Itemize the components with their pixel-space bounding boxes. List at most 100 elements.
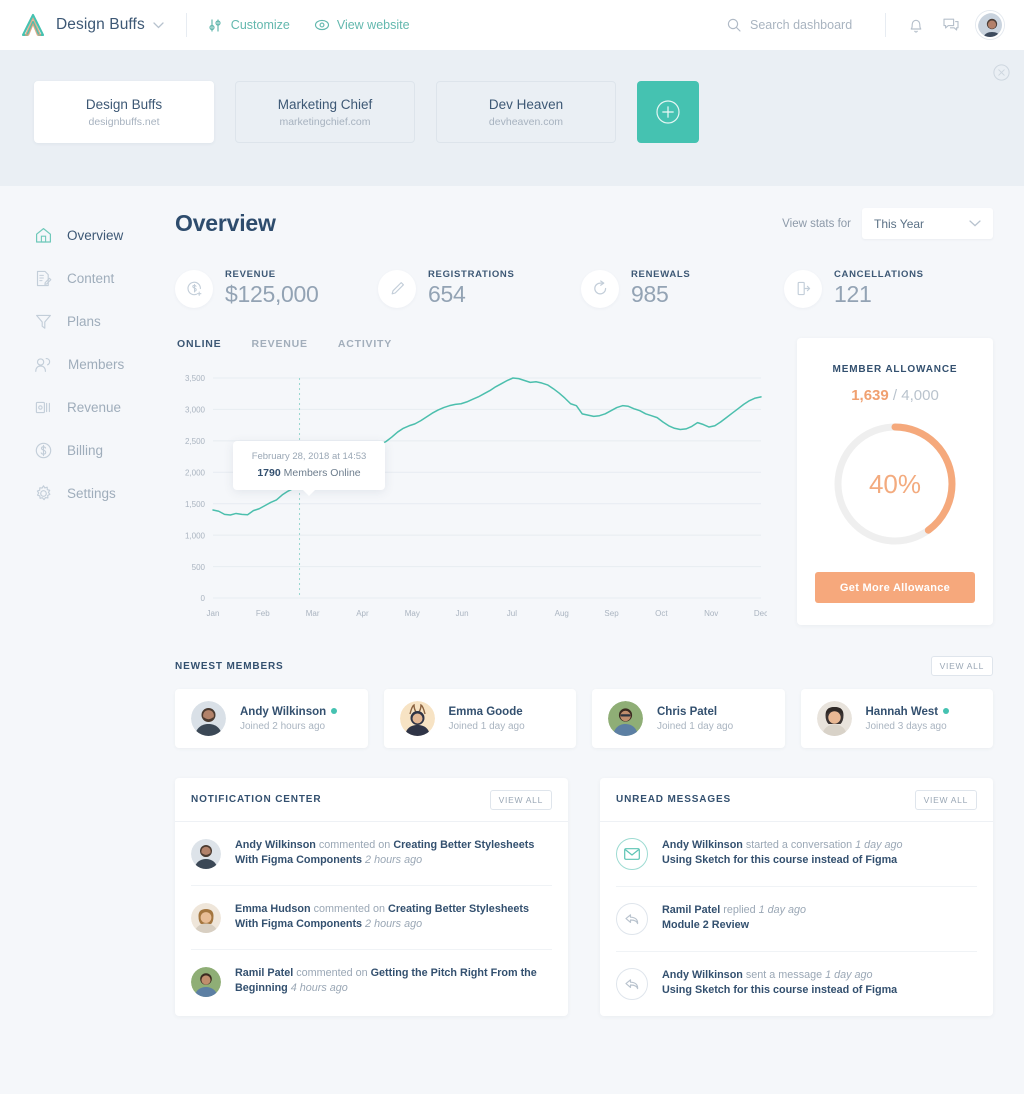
sidebar-item-members[interactable]: Members <box>0 343 175 386</box>
chart-tabs: ONLINE REVENUE ACTIVITY <box>175 338 767 350</box>
sidebar-item-overview[interactable]: Overview <box>0 214 175 257</box>
message-item[interactable]: Andy Wilkinson sent a message 1 day ago … <box>616 952 977 1016</box>
notification-text: Andy Wilkinson commented on Creating Bet… <box>235 838 552 869</box>
member-card[interactable]: Chris Patel Joined 1 day ago <box>592 689 785 748</box>
user-avatar <box>978 13 1002 37</box>
period-select[interactable]: This Year <box>862 208 993 239</box>
stats-period-control: View stats for This Year <box>782 208 993 239</box>
reply-arrow-icon <box>625 914 639 925</box>
online-members-chart[interactable]: 0 500 1,000 1,500 2,000 2,500 3,000 3,500 Jan Feb… <box>175 368 767 628</box>
messages-button[interactable] <box>942 17 960 33</box>
site-url: designbuffs.net <box>88 115 160 128</box>
message-text: Andy Wilkinson started a conversation 1 … <box>662 838 903 870</box>
site-card-design-buffs[interactable]: Design Buffs designbuffs.net <box>34 81 214 143</box>
online-status-dot <box>943 707 950 714</box>
dollar-circle-icon <box>35 442 52 459</box>
avatar-andy <box>191 701 226 736</box>
notification-actor: Ramil Patel <box>235 967 294 979</box>
brand-switcher[interactable]: Design Buffs <box>20 12 164 38</box>
tooltip-suffix: Members Online <box>280 467 361 479</box>
avatar <box>191 701 226 736</box>
chat-icon <box>943 18 959 31</box>
newest-members-view-all-button[interactable]: VIEW ALL <box>930 656 993 676</box>
notification-item[interactable]: Emma Hudson commented on Creating Better… <box>191 886 552 950</box>
site-url: marketingchief.com <box>279 115 371 128</box>
search-input[interactable] <box>750 18 875 32</box>
svg-text:1,500: 1,500 <box>185 500 206 509</box>
close-sites-button[interactable] <box>993 64 1010 86</box>
notifications-button[interactable] <box>908 17 924 34</box>
message-time: 1 day ago <box>758 904 807 916</box>
message-text: Andy Wilkinson sent a message 1 day ago … <box>662 968 897 1000</box>
message-meta: Andy Wilkinson started a conversation 1 … <box>662 838 903 853</box>
home-icon <box>36 228 51 243</box>
tab-revenue[interactable]: REVENUE <box>251 338 307 350</box>
svg-text:Dec: Dec <box>754 609 767 618</box>
newest-members-header: NEWEST MEMBERS VIEW ALL <box>175 656 993 676</box>
search-box[interactable] <box>727 18 875 32</box>
tab-online[interactable]: ONLINE <box>177 338 221 350</box>
avatar[interactable] <box>976 11 1004 39</box>
bottom-panels: NOTIFICATION CENTER VIEW ALL Andy Wilkin… <box>175 778 993 1016</box>
message-item[interactable]: Ramil Patel replied 1 day ago Module 2 R… <box>616 887 977 952</box>
site-card-dev-heaven[interactable]: Dev Heaven devheaven.com <box>436 81 616 143</box>
notification-action: commented on <box>315 839 394 851</box>
member-name: Chris Patel <box>657 705 718 718</box>
svg-text:Apr: Apr <box>356 609 369 618</box>
kpi-label: REGISTRATIONS <box>428 269 515 280</box>
sidebar-item-billing[interactable]: Billing <box>0 429 175 472</box>
member-joined: Joined 1 day ago <box>448 720 525 732</box>
tab-activity[interactable]: ACTIVITY <box>338 338 392 350</box>
sliders-icon <box>209 18 221 32</box>
tooltip-number: 1790 <box>257 467 281 479</box>
gear-icon <box>36 485 51 501</box>
svg-text:0: 0 <box>201 594 206 603</box>
sidebar-item-content[interactable]: Content <box>0 257 175 300</box>
site-card-marketing-chief[interactable]: Marketing Chief marketingchief.com <box>235 81 415 143</box>
notification-action: commented on <box>293 967 371 979</box>
sidebar-item-revenue[interactable]: Revenue <box>0 386 175 429</box>
section-title: NEWEST MEMBERS <box>175 660 284 672</box>
customize-link[interactable]: Customize <box>209 18 290 33</box>
notification-text: Ramil Patel commented on Getting the Pit… <box>235 966 552 997</box>
member-card[interactable]: Andy Wilkinson Joined 2 hours ago <box>175 689 368 748</box>
svg-text:Mar: Mar <box>306 609 320 618</box>
stats-period-label: View stats for <box>782 217 851 230</box>
svg-text:Jun: Jun <box>456 609 469 618</box>
notification-item[interactable]: Andy Wilkinson commented on Creating Bet… <box>191 822 552 886</box>
message-actor: Andy Wilkinson <box>662 839 743 851</box>
sidebar-item-label: Content <box>67 271 115 286</box>
notification-time: 2 hours ago <box>362 918 423 930</box>
allowance-percent: 40% <box>868 468 922 499</box>
pencil-icon <box>391 282 404 295</box>
site-name: Design Buffs <box>85 96 163 112</box>
sidebar-item-settings[interactable]: Settings <box>0 472 175 515</box>
sidebar-item-plans[interactable]: Plans <box>0 300 175 343</box>
notification-item[interactable]: Ramil Patel commented on Getting the Pit… <box>191 950 552 1013</box>
banknote-icon <box>35 401 50 414</box>
kpi-icon-wrap <box>378 269 416 308</box>
member-card[interactable]: Emma Goode Joined 1 day ago <box>383 689 576 748</box>
svg-text:Nov: Nov <box>704 609 718 618</box>
notifications-view-all-button[interactable]: VIEW ALL <box>489 789 552 810</box>
member-card[interactable]: Hannah West Joined 3 days ago <box>800 689 993 748</box>
get-more-allowance-button[interactable]: Get More Allowance <box>815 572 975 603</box>
notification-text: Emma Hudson commented on Creating Better… <box>235 902 552 933</box>
tooltip-value: 1790 Members Online <box>233 467 385 479</box>
newest-members-section: NEWEST MEMBERS VIEW ALL Andy Wilkinson J… <box>175 656 993 748</box>
member-name: Emma Goode <box>448 705 523 718</box>
chart-panel: ONLINE REVENUE ACTIVITY 0 500 1,000 1,500 2,… <box>175 338 767 628</box>
message-text: Ramil Patel replied 1 day ago Module 2 R… <box>662 903 806 935</box>
messages-view-all-button[interactable]: VIEW ALL <box>914 789 977 810</box>
view-website-link[interactable]: View website <box>314 18 410 32</box>
message-item[interactable]: Andy Wilkinson started a conversation 1 … <box>616 822 977 887</box>
message-meta: Andy Wilkinson sent a message 1 day ago <box>662 968 897 983</box>
panel-title: UNREAD MESSAGES <box>616 794 731 805</box>
exit-door-icon <box>797 281 810 296</box>
notification-actor: Andy Wilkinson <box>235 839 316 851</box>
close-circle-icon <box>993 64 1010 81</box>
notification-center-panel: NOTIFICATION CENTER VIEW ALL Andy Wilkin… <box>175 778 568 1016</box>
add-site-button[interactable] <box>637 81 699 143</box>
sidebar-item-label: Overview <box>67 228 124 243</box>
divider <box>885 13 886 37</box>
